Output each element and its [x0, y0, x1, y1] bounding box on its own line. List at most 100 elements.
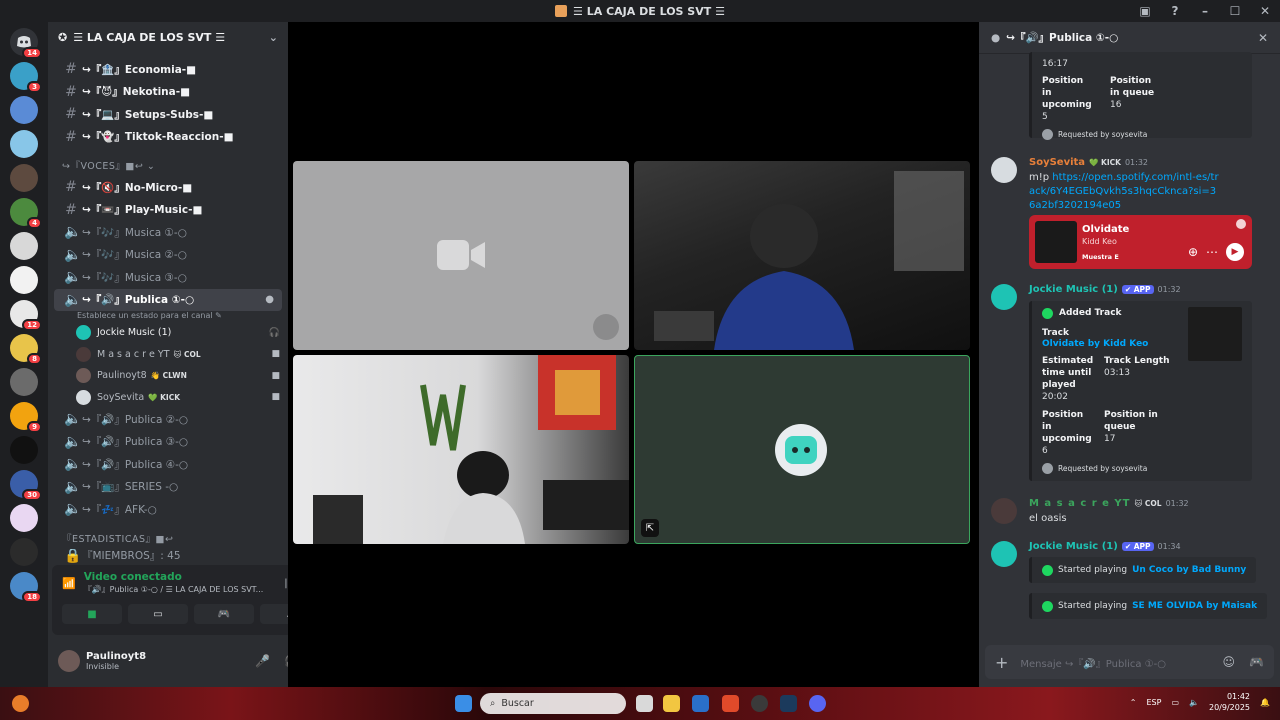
inbox-icon[interactable]: ▣ [1130, 4, 1160, 18]
windows-start-icon[interactable] [455, 695, 472, 712]
spotify-link[interactable]: https://open.spotify.com/intl-es/track/6… [1029, 172, 1219, 211]
voice-channel-publica-1[interactable]: 🔈 ↪『🔊』Publica ①-○ ● [54, 288, 282, 311]
spotify-artist[interactable]: Kidd Keo [1082, 237, 1117, 246]
store-icon[interactable] [692, 695, 709, 712]
voice-channel-series[interactable]: 🔈 ↪『📺』SERIES -○ [54, 476, 282, 499]
message-author[interactable]: Jockie Music (1) [1029, 284, 1118, 295]
voice-channel-publica-2[interactable]: 🔈 ↪『🔊』Publica ②-○ [54, 408, 282, 431]
message-author[interactable]: SoySevita [1029, 157, 1085, 168]
voice-user-paulinoyt8[interactable]: Paulinoyt8 👋 CLWN ■ [48, 365, 288, 387]
server-icon[interactable]: 12 [10, 300, 42, 331]
video-tile-user-stream[interactable] [634, 161, 970, 350]
avatar[interactable] [991, 498, 1017, 524]
voice-channel-publica-3[interactable]: 🔈 ↪『🔊』Publica ③-○ [54, 431, 282, 454]
tray-overflow-icon[interactable]: ⌃ [1130, 698, 1137, 707]
avatar[interactable] [58, 650, 80, 672]
song-link[interactable]: Un Coco by Bad Bunny [1132, 565, 1246, 575]
server-icon[interactable]: 3 [10, 62, 42, 93]
screen-share-button[interactable]: ▭ [128, 604, 188, 624]
volume-icon[interactable]: 🔈 [1189, 698, 1199, 707]
server-icon[interactable] [10, 96, 38, 124]
message-author[interactable]: Jockie Music (1) [1029, 541, 1118, 552]
voice-status-subtitle[interactable]: 『🔊』Publica ①-○ / ☰ LA CAJA DE LOS SVT... [84, 584, 264, 595]
close-button[interactable]: ✕ [1250, 4, 1280, 18]
play-button[interactable]: ▶ [1226, 243, 1244, 261]
soundboard-button[interactable]: ♫ [260, 604, 288, 624]
voice-channel-musica-3[interactable]: 🔈 ↪『🎶』Musica ③-○ [54, 266, 282, 289]
camera-button[interactable]: ■ [62, 604, 122, 624]
server-icon[interactable]: 9 [10, 402, 42, 433]
firefox-icon[interactable] [12, 695, 29, 712]
popout-icon[interactable]: ⇱ [641, 519, 659, 537]
avatar[interactable] [991, 157, 1017, 183]
channel-play-music[interactable]: # ↪『📼』Play-Music-■ [54, 199, 282, 222]
notification-icon[interactable]: 🔔 [1260, 698, 1270, 707]
message-author[interactable]: M a s a c r e YT [1029, 498, 1130, 509]
video-tile-webcam[interactable] [293, 355, 629, 544]
server-icon[interactable] [10, 232, 38, 260]
gamepad-icon[interactable]: 🎮 [1249, 655, 1264, 669]
video-tile-camera-off[interactable] [293, 161, 629, 350]
server-icon[interactable]: 18 [10, 572, 42, 603]
server-icon[interactable]: 4 [10, 198, 42, 229]
username[interactable]: Paulinoyt8 [86, 651, 146, 662]
microphone-icon[interactable]: 🎤 [255, 654, 270, 668]
voice-channel-musica-1[interactable]: 🔈 ↪『🎶』Musica ①-○ [54, 221, 282, 244]
signal-icon[interactable]: 📶 [62, 577, 76, 590]
channel-tiktok-reaccion[interactable]: # ↪『👻』Tiktok-Reaccion-■ [54, 126, 282, 149]
maximize-button[interactable]: ☐ [1220, 4, 1250, 18]
channel-no-micro[interactable]: # ↪『🔇』No-Micro-■ [54, 176, 282, 199]
server-icon[interactable] [10, 368, 38, 396]
server-icon[interactable]: 30 [10, 470, 42, 501]
server-icon[interactable] [10, 130, 38, 158]
emoji-icon[interactable]: ☺ [1223, 655, 1236, 669]
avatar[interactable] [991, 284, 1017, 310]
voice-channel-publica-4[interactable]: 🔈 ↪『🔊』Publica ④-○ [54, 453, 282, 476]
voice-user-masacre[interactable]: M a s a c r e YT 🐱 COL ■ [48, 344, 288, 366]
category-voces[interactable]: ↪『VOCES』■↩ ⌄ [48, 154, 288, 176]
server-icon[interactable] [10, 504, 38, 532]
channel-setups-subs[interactable]: # ↪『💻』Setups-Subs-■ [54, 103, 282, 126]
chat-bubble-icon[interactable]: ● [265, 294, 274, 305]
activity-button[interactable]: 🎮 [194, 604, 254, 624]
obs-icon[interactable] [751, 695, 768, 712]
discord-icon[interactable] [809, 695, 826, 712]
channel-nekotina[interactable]: # ↪『😈』Nekotina-■ [54, 81, 282, 104]
plus-icon[interactable]: + [995, 653, 1008, 672]
voice-user-soysevita[interactable]: SoySevita 💚 KICK ■ [48, 387, 288, 409]
server-header[interactable]: ✪ ☰ LA CAJA DE LOS SVT ☰ ⌄ [48, 22, 288, 52]
dm-home-button[interactable]: 14 [10, 28, 42, 59]
channel-status[interactable]: Establece un estado para el canal ✎ [48, 311, 288, 322]
server-icon[interactable] [10, 266, 38, 294]
minimize-button[interactable]: – [1190, 4, 1220, 18]
more-icon[interactable]: ⋯ [1206, 245, 1218, 259]
server-icon[interactable] [10, 538, 38, 566]
task-view-icon[interactable] [636, 695, 653, 712]
voice-user-jockie[interactable]: Jockie Music (1) 🎧 [48, 322, 288, 344]
clock[interactable]: 01:42 20/9/2025 [1209, 691, 1250, 713]
stats-channel-miembros[interactable]: 🔒 『MIEMBROS』: 45 [54, 549, 282, 563]
category-estadisticas[interactable]: 『ESTADISTICAS』■↩ [48, 527, 288, 549]
spotify-track-title[interactable]: Olvidate [1082, 224, 1129, 235]
spotify-embed[interactable]: Olvidate Kidd Keo Muestra E ⊕ ⋯ ▶ [1029, 215, 1252, 269]
add-icon[interactable]: ⊕ [1188, 245, 1198, 259]
network-icon[interactable]: ▭ [1171, 698, 1179, 707]
help-icon[interactable]: ? [1160, 4, 1190, 18]
video-tile-bot[interactable]: ⇱ [634, 355, 970, 544]
channel-economia[interactable]: # ↪『🏦』Economia-■ [54, 58, 282, 81]
song-link[interactable]: SE ME OLVIDA by Maisak [1132, 601, 1257, 611]
server-icon[interactable] [10, 164, 38, 192]
steam-icon[interactable] [780, 695, 797, 712]
language-indicator[interactable]: ESP [1147, 698, 1162, 707]
taskbar-search[interactable]: ⌕ Buscar [480, 693, 626, 714]
chevron-down-icon[interactable]: ⌄ [269, 31, 278, 44]
avatar[interactable] [991, 541, 1017, 567]
voice-channel-musica-2[interactable]: 🔈 ↪『🎶』Musica ②-○ [54, 244, 282, 267]
server-icon[interactable] [10, 436, 38, 464]
server-icon[interactable]: 8 [10, 334, 42, 365]
voice-channel-afk[interactable]: 🔈 ↪『💤』AFK-○ [54, 498, 282, 521]
close-icon[interactable]: ✕ [1258, 31, 1268, 45]
file-explorer-icon[interactable] [663, 695, 680, 712]
message-input[interactable]: + Mensaje ↪『🔊』Publica ①-○ ☺ 🎮 [985, 645, 1274, 679]
brave-icon[interactable] [722, 695, 739, 712]
